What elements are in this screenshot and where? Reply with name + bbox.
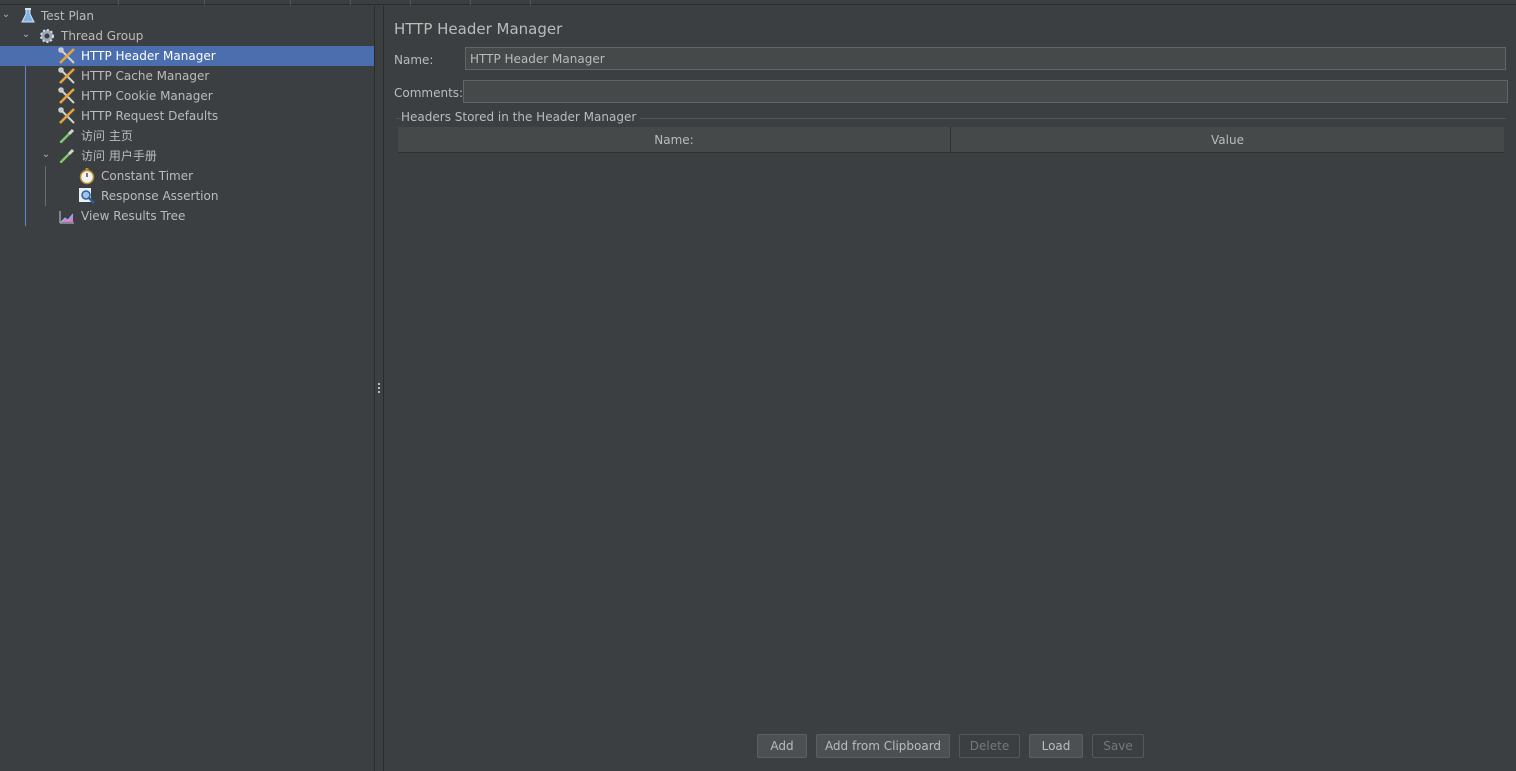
tree-item-http-cache-manager[interactable]: HTTP Cache Manager <box>0 66 374 86</box>
tree-item-label: Thread Group <box>61 29 144 43</box>
save-button[interactable]: Save <box>1092 734 1144 758</box>
tree-item-label: HTTP Cache Manager <box>81 69 210 83</box>
add-button[interactable]: Add <box>757 734 807 758</box>
tree-item-label: HTTP Request Defaults <box>81 109 219 123</box>
stopwatch-icon <box>78 167 96 185</box>
tree-item-label: Test Plan <box>41 9 94 23</box>
test-plan-tree[interactable]: ⌄ Test Plan ⌄ Thread Group HTTP Header M… <box>0 6 374 771</box>
tree-item-label: 访问 用户手册 <box>81 149 157 163</box>
split-pane-divider[interactable] <box>374 6 384 771</box>
load-button[interactable]: Load <box>1029 734 1083 758</box>
tree-item-test-plan[interactable]: ⌄ Test Plan <box>0 6 374 26</box>
tree-item-response-assertion[interactable]: Response Assertion <box>0 186 374 206</box>
tree-item-sampler-home[interactable]: 访问 主页 <box>0 126 374 146</box>
name-field[interactable] <box>465 47 1506 70</box>
tree-item-constant-timer[interactable]: Constant Timer <box>0 166 374 186</box>
gear-icon <box>38 27 56 45</box>
magnifier-icon <box>78 187 96 205</box>
page-title: HTTP Header Manager <box>394 20 563 38</box>
wrench-screwdriver-icon <box>58 107 76 125</box>
tree-item-http-header-manager[interactable]: HTTP Header Manager <box>0 46 374 66</box>
element-config-panel: HTTP Header Manager Name: Comments: Head… <box>384 6 1516 771</box>
column-header-name[interactable]: Name: <box>398 127 950 153</box>
wrench-screwdriver-icon <box>58 67 76 85</box>
chevron-down-icon[interactable]: ⌄ <box>20 28 32 42</box>
chevron-down-icon[interactable]: ⌄ <box>0 8 12 22</box>
tree-item-view-results-tree[interactable]: View Results Tree <box>0 206 374 226</box>
headers-group-title: Headers Stored in the Header Manager <box>401 110 641 124</box>
name-label: Name: <box>394 53 434 67</box>
headers-table-body[interactable] <box>398 153 1504 723</box>
add-from-clipboard-button[interactable]: Add from Clipboard <box>816 734 950 758</box>
chart-icon <box>58 207 76 225</box>
tree-item-label: 访问 主页 <box>81 129 133 143</box>
column-header-value[interactable]: Value <box>951 127 1504 153</box>
headers-table-header: Name: Value <box>398 127 1504 153</box>
tree-item-thread-group[interactable]: ⌄ Thread Group <box>0 26 374 46</box>
pipette-icon <box>58 147 76 165</box>
tree-item-sampler-user-manual[interactable]: ⌄ 访问 用户手册 <box>0 146 374 166</box>
tree-item-label: Constant Timer <box>101 169 194 183</box>
wrench-screwdriver-icon <box>58 87 76 105</box>
comments-label: Comments: <box>394 86 464 100</box>
tree-item-label: HTTP Header Manager <box>81 49 216 63</box>
wrench-screwdriver-icon <box>58 47 76 65</box>
tree-item-http-request-defaults[interactable]: HTTP Request Defaults <box>0 106 374 126</box>
comments-field[interactable] <box>463 80 1508 103</box>
chevron-down-icon[interactable]: ⌄ <box>40 148 52 162</box>
top-toolbar-edge <box>0 0 1516 5</box>
flask-icon <box>19 7 37 25</box>
tree-item-label: HTTP Cookie Manager <box>81 89 213 103</box>
tree-item-label: Response Assertion <box>101 189 219 203</box>
delete-button[interactable]: Delete <box>959 734 1020 758</box>
tree-item-http-cookie-manager[interactable]: HTTP Cookie Manager <box>0 86 374 106</box>
divider-grip-icon <box>378 383 381 397</box>
tree-item-label: View Results Tree <box>81 209 186 223</box>
pipette-icon <box>58 127 76 145</box>
